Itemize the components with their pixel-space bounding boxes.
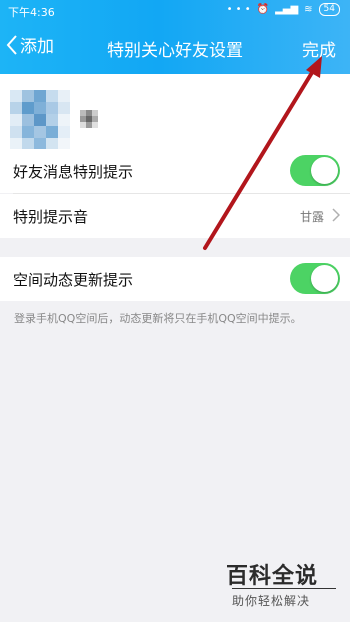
done-button[interactable]: 完成 — [302, 36, 336, 61]
special-message-alert-label: 好友消息特别提示 — [13, 163, 134, 181]
toggle-knob — [311, 265, 338, 292]
special-message-alert-row: 好友消息特别提示 — [0, 149, 350, 193]
friend-name-blurred — [80, 110, 98, 130]
signal-icon: ▂▄▆ — [275, 4, 299, 15]
avatar — [10, 90, 70, 150]
qzone-footnote: 登录手机QQ空间后，动态更新将只在手机QQ空间中提示。 — [14, 312, 302, 325]
battery-indicator: 54 — [318, 3, 340, 16]
watermark-subtitle: 助你轻松解决 — [232, 594, 311, 608]
wifi-icon: ≋ — [304, 4, 313, 15]
watermark-divider — [232, 588, 336, 589]
toggle-knob — [311, 157, 338, 184]
chevron-left-icon — [6, 34, 17, 55]
friend-profile[interactable] — [0, 74, 350, 150]
app-header: 下午4:36 • • • ⏰ ▂▄▆ ≋ 54 添加 特别关心好友设置 完成 — [0, 0, 350, 74]
alert-sound-value: 甘露 — [299, 210, 324, 224]
watermark-title: 百科全说 — [226, 564, 319, 589]
chevron-right-icon — [332, 208, 340, 222]
status-time: 下午4:36 — [8, 6, 55, 19]
alert-sound-row[interactable]: 特别提示音 甘露 — [0, 194, 350, 238]
alarm-icon: ⏰ — [256, 4, 270, 15]
dots-icon: • • • — [226, 4, 251, 15]
back-label: 添加 — [20, 37, 54, 57]
back-button[interactable]: 添加 — [6, 32, 54, 57]
special-message-alert-toggle[interactable] — [290, 155, 340, 186]
alert-sound-label: 特别提示音 — [13, 208, 89, 226]
qzone-update-alert-toggle[interactable] — [290, 263, 340, 294]
qzone-update-alert-row: 空间动态更新提示 — [0, 257, 350, 301]
qzone-update-alert-label: 空间动态更新提示 — [13, 271, 134, 289]
status-icons: • • • ⏰ ▂▄▆ ≋ 54 — [227, 3, 340, 16]
